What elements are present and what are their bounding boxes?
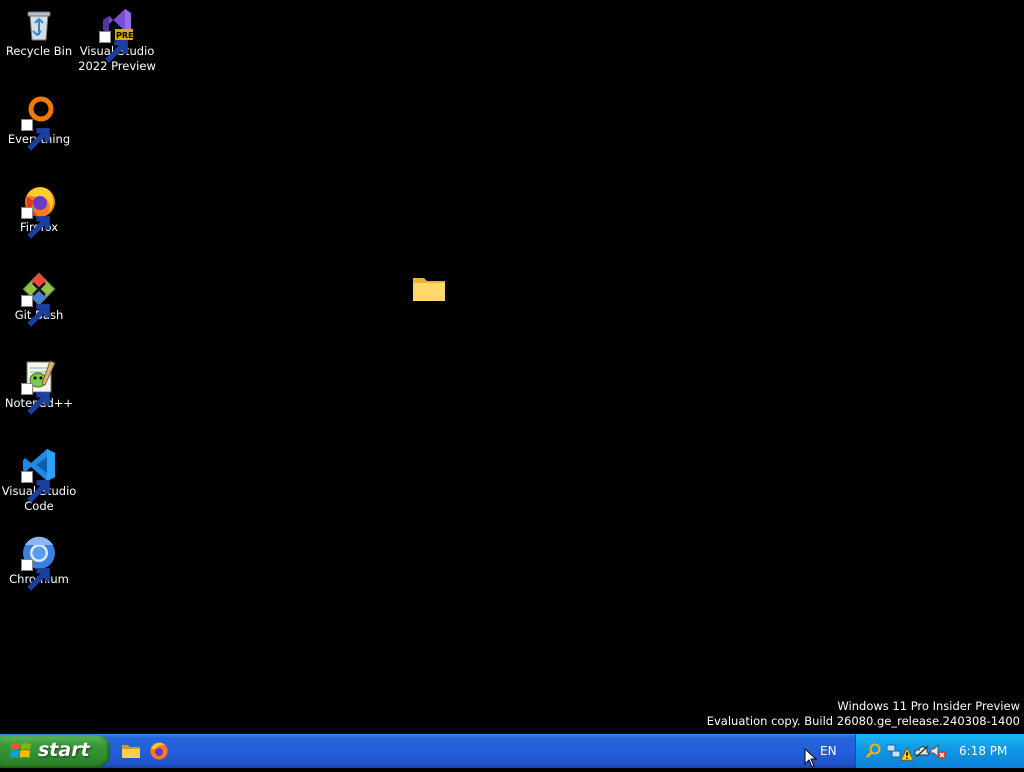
vscode-icon [21, 447, 57, 503]
shortcut-arrow-icon [21, 207, 50, 239]
desktop-icon-visual-studio-2022-preview[interactable]: PRE Visual Studio 2022 Preview [78, 7, 156, 74]
desktop-icon-firefox[interactable]: Firefox [0, 183, 78, 239]
git-bash-icon [21, 271, 57, 327]
taskbar: start EN 6:18 PM [0, 734, 1024, 768]
shortcut-arrow-icon [21, 559, 50, 591]
volume-muted-icon[interactable] [930, 743, 946, 759]
recycle-bin-icon [21, 7, 57, 43]
visual-studio-icon: PRE [99, 7, 135, 63]
desktop-icon-recycle-bin[interactable]: Recycle Bin [0, 7, 78, 59]
windows-logo-icon [10, 743, 31, 758]
shortcut-arrow-icon [21, 383, 50, 415]
desktop-icon-git-bash[interactable]: Git Bash [0, 271, 78, 327]
desktop-icon-visual-studio-code[interactable]: Visual Studio Code [0, 447, 78, 514]
desktop-icon-everything[interactable]: Everything [0, 95, 78, 151]
shortcut-arrow-icon [21, 295, 50, 327]
everything-icon [21, 95, 57, 151]
shortcut-arrow-icon [21, 119, 50, 151]
firefox-icon [21, 183, 57, 239]
quick-launch-folder-icon[interactable] [121, 741, 141, 761]
start-button[interactable]: start [0, 735, 110, 767]
shortcut-arrow-icon [21, 471, 50, 503]
notepad-plus-plus-icon [21, 359, 57, 415]
watermark-line-build: Evaluation copy. Build 26080.ge_release.… [706, 714, 1020, 728]
clock[interactable]: 6:18 PM [959, 744, 1007, 758]
system-tray: 6:18 PM [855, 734, 1024, 768]
quick-launch-firefox-icon[interactable] [149, 741, 169, 761]
language-indicator[interactable]: EN [820, 744, 837, 758]
chromium-icon [21, 535, 57, 591]
shortcut-arrow-icon [99, 31, 128, 63]
desktop-icon-notepad-plus-plus[interactable]: Notepad++ [0, 359, 78, 415]
windows-watermark: Windows 11 Pro Insider Preview Evaluatio… [707, 699, 1020, 729]
onedrive-icon[interactable] [914, 743, 930, 759]
start-label: start [38, 739, 90, 761]
desktop-folder-icon[interactable] [412, 274, 446, 302]
desktop-icon-label: Recycle Bin [5, 44, 73, 58]
watermark-line-edition: Windows 11 Pro Insider Preview [837, 699, 1020, 713]
desktop-icon-chromium[interactable]: Chromium [0, 535, 78, 591]
search-icon[interactable] [866, 743, 882, 759]
mouse-cursor-icon [804, 747, 818, 768]
